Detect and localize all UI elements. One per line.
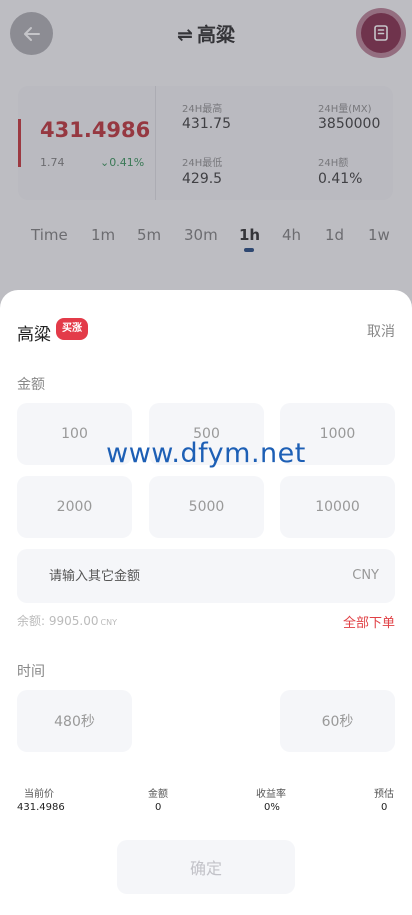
summary-amount-value: 0 bbox=[155, 802, 162, 813]
balance-unit: CNY bbox=[100, 618, 117, 627]
currency-label: CNY bbox=[352, 568, 379, 583]
amount-option-5000[interactable]: 5000 bbox=[149, 476, 264, 538]
summary-estimate-value: 0 bbox=[381, 802, 388, 813]
summary-rate-value: 0% bbox=[264, 802, 280, 813]
balance-value: 9905.00 bbox=[48, 614, 99, 628]
amount-section-label: 金额 bbox=[17, 377, 45, 393]
summary-price-label: 当前价 bbox=[24, 789, 54, 800]
balance: 余额: 9905.00 CNY bbox=[17, 612, 117, 629]
direction-badge: 买涨 bbox=[56, 318, 88, 340]
sheet-title: 高粱 bbox=[17, 325, 51, 345]
summary-price-value: 431.4986 bbox=[17, 802, 65, 813]
amount-option-10000[interactable]: 10000 bbox=[280, 476, 395, 538]
summary-rate-label: 收益率 bbox=[256, 789, 286, 800]
amount-option-2000[interactable]: 2000 bbox=[17, 476, 132, 538]
time-section-label: 时间 bbox=[17, 664, 45, 680]
time-option-60s[interactable]: 60秒 bbox=[280, 690, 395, 752]
all-order-button[interactable]: 全部下单 bbox=[343, 612, 395, 631]
order-sheet: 高粱 买涨 取消 金额 100 500 1000 2000 5000 10000… bbox=[0, 290, 412, 915]
cancel-button[interactable]: 取消 bbox=[367, 321, 395, 341]
time-option-480s[interactable]: 480秒 bbox=[17, 690, 132, 752]
custom-amount-field: CNY bbox=[17, 549, 395, 603]
confirm-button[interactable]: 确定 bbox=[117, 840, 295, 894]
custom-amount-input[interactable] bbox=[49, 549, 309, 603]
balance-label: 余额: bbox=[17, 614, 46, 628]
watermark: www.dfym.net bbox=[106, 438, 306, 469]
summary-estimate-label: 预估 bbox=[374, 789, 394, 800]
summary-amount-label: 金额 bbox=[148, 789, 168, 800]
